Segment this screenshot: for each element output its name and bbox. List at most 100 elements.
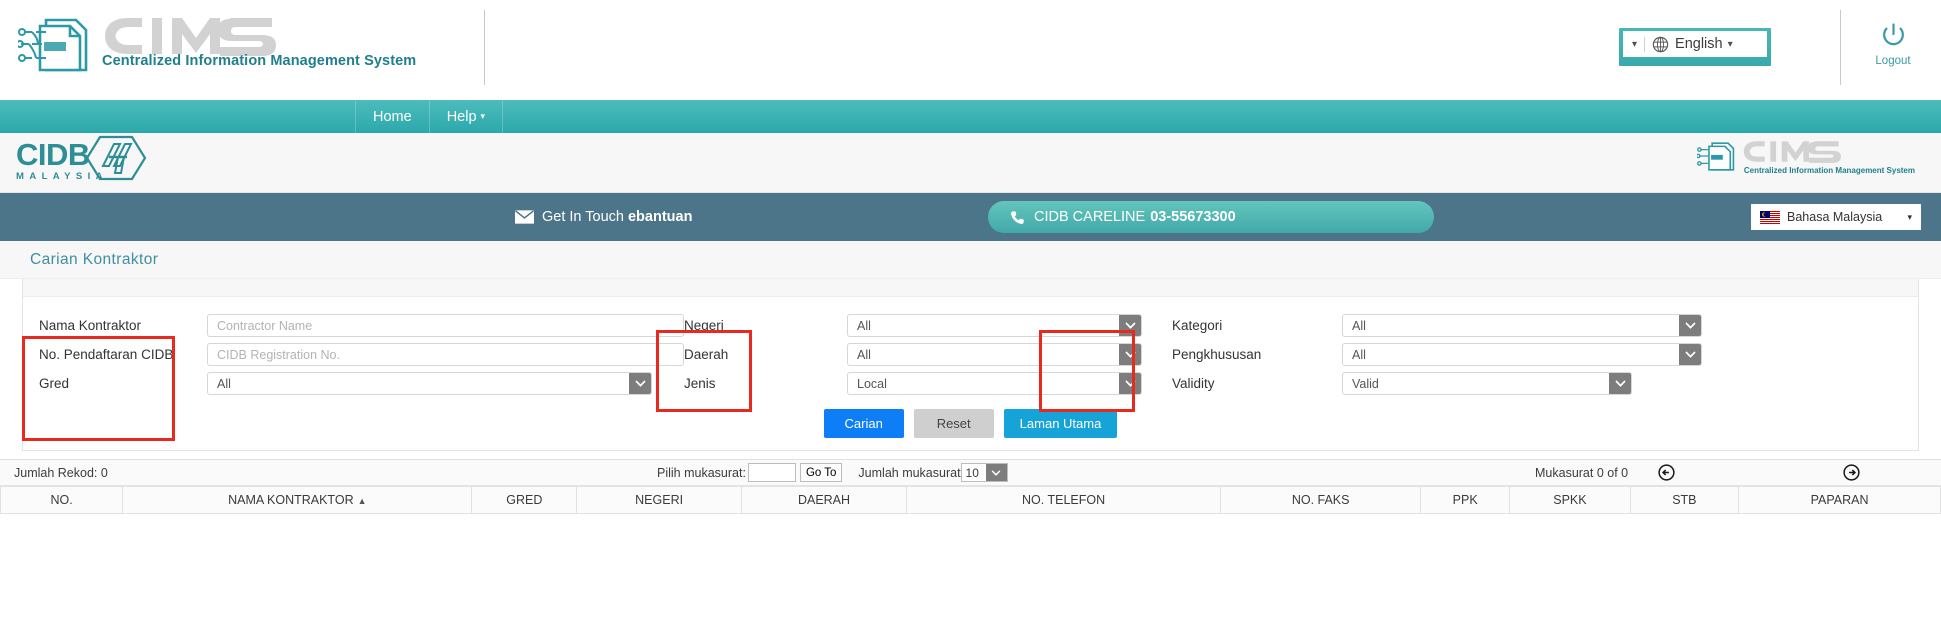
- page-title: Carian Kontraktor: [30, 250, 159, 268]
- top-bar: Centralized Information Management Syste…: [0, 0, 1941, 100]
- panel-top-strip: [23, 279, 1918, 297]
- chevron-down-icon: [985, 464, 1007, 481]
- language-dropdown-bahasa[interactable]: Bahasa Malaysia ▾: [1751, 204, 1921, 230]
- power-icon: [1882, 23, 1904, 46]
- col-spkk-label: SPKK: [1553, 493, 1587, 507]
- col-paparan-label: PAPARAN: [1810, 493, 1869, 507]
- cims-wordmark: [105, 18, 276, 56]
- col-negeri[interactable]: NEGERI: [576, 486, 743, 514]
- label-negeri: Negeri: [684, 318, 724, 333]
- chevron-down-icon[interactable]: ▾: [1728, 39, 1733, 50]
- page-indicator: Mukasurat 0 of 0: [1535, 465, 1629, 480]
- nav-item-help[interactable]: Help ▾: [428, 100, 504, 133]
- jenis-select[interactable]: Local: [847, 372, 1142, 395]
- chevron-down-icon: [1119, 373, 1141, 394]
- col-ppk-label: PPK: [1452, 493, 1478, 507]
- col-ppk[interactable]: PPK: [1420, 486, 1511, 514]
- col-no-telefon-label: NO. TELEFON: [1022, 493, 1106, 507]
- per-page-select[interactable]: 10: [960, 463, 1008, 482]
- cims-tagline-small: Centralized Information Management Syste…: [1743, 166, 1915, 175]
- logout-divider: [1840, 10, 1841, 85]
- label-no-pendaftaran-cidb: No. Pendaftaran CIDB: [39, 347, 174, 362]
- chevron-down-icon: [1119, 344, 1141, 365]
- gred-select[interactable]: All: [207, 372, 652, 395]
- field-kategori: All: [1342, 311, 1742, 340]
- col-stb-label: STB: [1672, 493, 1697, 507]
- malaysia-flag-icon: [1760, 210, 1780, 224]
- contractor-name-input[interactable]: [207, 314, 684, 337]
- results-table: NO. NAMA KONTRAKTOR ▲ GRED NEGERI DAERAH …: [0, 486, 1941, 514]
- validity-value: Valid: [1352, 376, 1379, 391]
- results-section: Jumlah Rekod: 0 Pilih mukasurat: Go To J…: [0, 459, 1941, 514]
- col-spkk[interactable]: SPKK: [1509, 486, 1631, 514]
- daerah-select[interactable]: All: [847, 343, 1142, 366]
- cims-logo-secondary: Centralized Information Management Syste…: [1696, 140, 1915, 175]
- next-page-button[interactable]: [1843, 464, 1860, 481]
- col-nama-kontraktor-label: NAMA KONTRAKTOR: [228, 493, 354, 507]
- col-daerah[interactable]: DAERAH: [741, 486, 907, 514]
- pengkhususan-value: All: [1352, 347, 1366, 362]
- logout-button[interactable]: Logout: [1858, 22, 1928, 67]
- cidb-registration-no-input[interactable]: [207, 343, 684, 366]
- field-gred: All: [207, 369, 684, 398]
- search-form: Nama Kontraktor Negeri All Kategori All …: [23, 297, 1918, 398]
- label-jenis: Jenis: [684, 376, 716, 391]
- page-number-input[interactable]: [747, 463, 796, 482]
- label-nama-kontraktor: Nama Kontraktor: [39, 318, 142, 333]
- col-paparan[interactable]: PAPARAN: [1738, 486, 1941, 514]
- field-daerah: All: [847, 340, 1172, 369]
- col-nama-kontraktor[interactable]: NAMA KONTRAKTOR ▲: [122, 486, 473, 514]
- chevron-down-icon-left[interactable]: ▾: [1629, 39, 1644, 50]
- chevron-down-icon: ▾: [1907, 211, 1912, 222]
- col-no-faks[interactable]: NO. FAKS: [1220, 486, 1422, 514]
- negeri-select[interactable]: All: [847, 314, 1142, 337]
- col-negeri-label: NEGERI: [635, 493, 684, 507]
- col-no[interactable]: NO.: [0, 486, 124, 514]
- field-negeri: All: [847, 311, 1172, 340]
- kategori-select[interactable]: All: [1342, 314, 1702, 337]
- reset-button[interactable]: Reset: [913, 409, 994, 438]
- home-page-button[interactable]: Laman Utama: [1003, 409, 1118, 438]
- logout-label: Logout: [1875, 55, 1911, 67]
- cims-circuit-document-icon: [18, 18, 88, 72]
- globe-icon: [1652, 36, 1669, 53]
- gred-value: All: [217, 376, 231, 391]
- page-select-label: Pilih mukasurat:: [657, 465, 746, 480]
- col-stb[interactable]: STB: [1629, 486, 1740, 514]
- nav-item-home[interactable]: Home: [355, 100, 429, 133]
- search-button[interactable]: Carian: [823, 409, 904, 438]
- table-header-row: NO. NAMA KONTRAKTOR ▲ GRED NEGERI DAERAH …: [0, 486, 1941, 514]
- field-pengkhususan: All: [1342, 340, 1742, 369]
- goto-button[interactable]: Go To: [799, 463, 843, 482]
- col-no-faks-label: NO. FAKS: [1291, 493, 1350, 507]
- validity-select[interactable]: Valid: [1342, 372, 1632, 395]
- cidb-hexagon-icon: [85, 135, 147, 181]
- main-navigation: Home Help ▾: [0, 100, 1941, 133]
- col-no-telefon[interactable]: NO. TELEFON: [905, 486, 1222, 514]
- careline-label: CIDB CARELINE: [1034, 209, 1146, 225]
- col-gred[interactable]: GRED: [471, 486, 578, 514]
- get-in-touch-link[interactable]: Get In Touch ebantuan: [515, 209, 692, 225]
- careline-number: 03-55673300: [1150, 209, 1236, 225]
- previous-page-button[interactable]: [1658, 464, 1675, 481]
- top-divider: [484, 10, 485, 85]
- phone-icon: [1011, 210, 1024, 224]
- col-gred-label: GRED: [506, 493, 543, 507]
- cims-wordmark-small: [1743, 141, 1841, 163]
- get-in-touch-text: Get In Touch ebantuan: [542, 209, 693, 225]
- sort-ascending-icon: ▲: [357, 496, 367, 506]
- contact-bar: Get In Touch ebantuan CIDB CARELINE 03-5…: [0, 193, 1941, 241]
- careline-button[interactable]: CIDB CARELINE 03-55673300: [988, 201, 1434, 233]
- nav-item-home-label: Home: [373, 108, 412, 125]
- search-panel: Nama Kontraktor Negeri All Kategori All …: [22, 279, 1919, 451]
- language-selector[interactable]: ▾ English ▾: [1619, 28, 1771, 66]
- cidb-brand-bar: CIDB MALAYSIA Centralized Information Ma…: [0, 133, 1941, 193]
- divider: [1644, 36, 1646, 52]
- chevron-down-icon: [1119, 315, 1141, 336]
- page-title-band: Carian Kontraktor: [0, 241, 1941, 279]
- daerah-value: All: [857, 347, 871, 362]
- chevron-down-icon: [1679, 315, 1701, 336]
- pengkhususan-select[interactable]: All: [1342, 343, 1702, 366]
- field-validity: Valid: [1342, 369, 1742, 398]
